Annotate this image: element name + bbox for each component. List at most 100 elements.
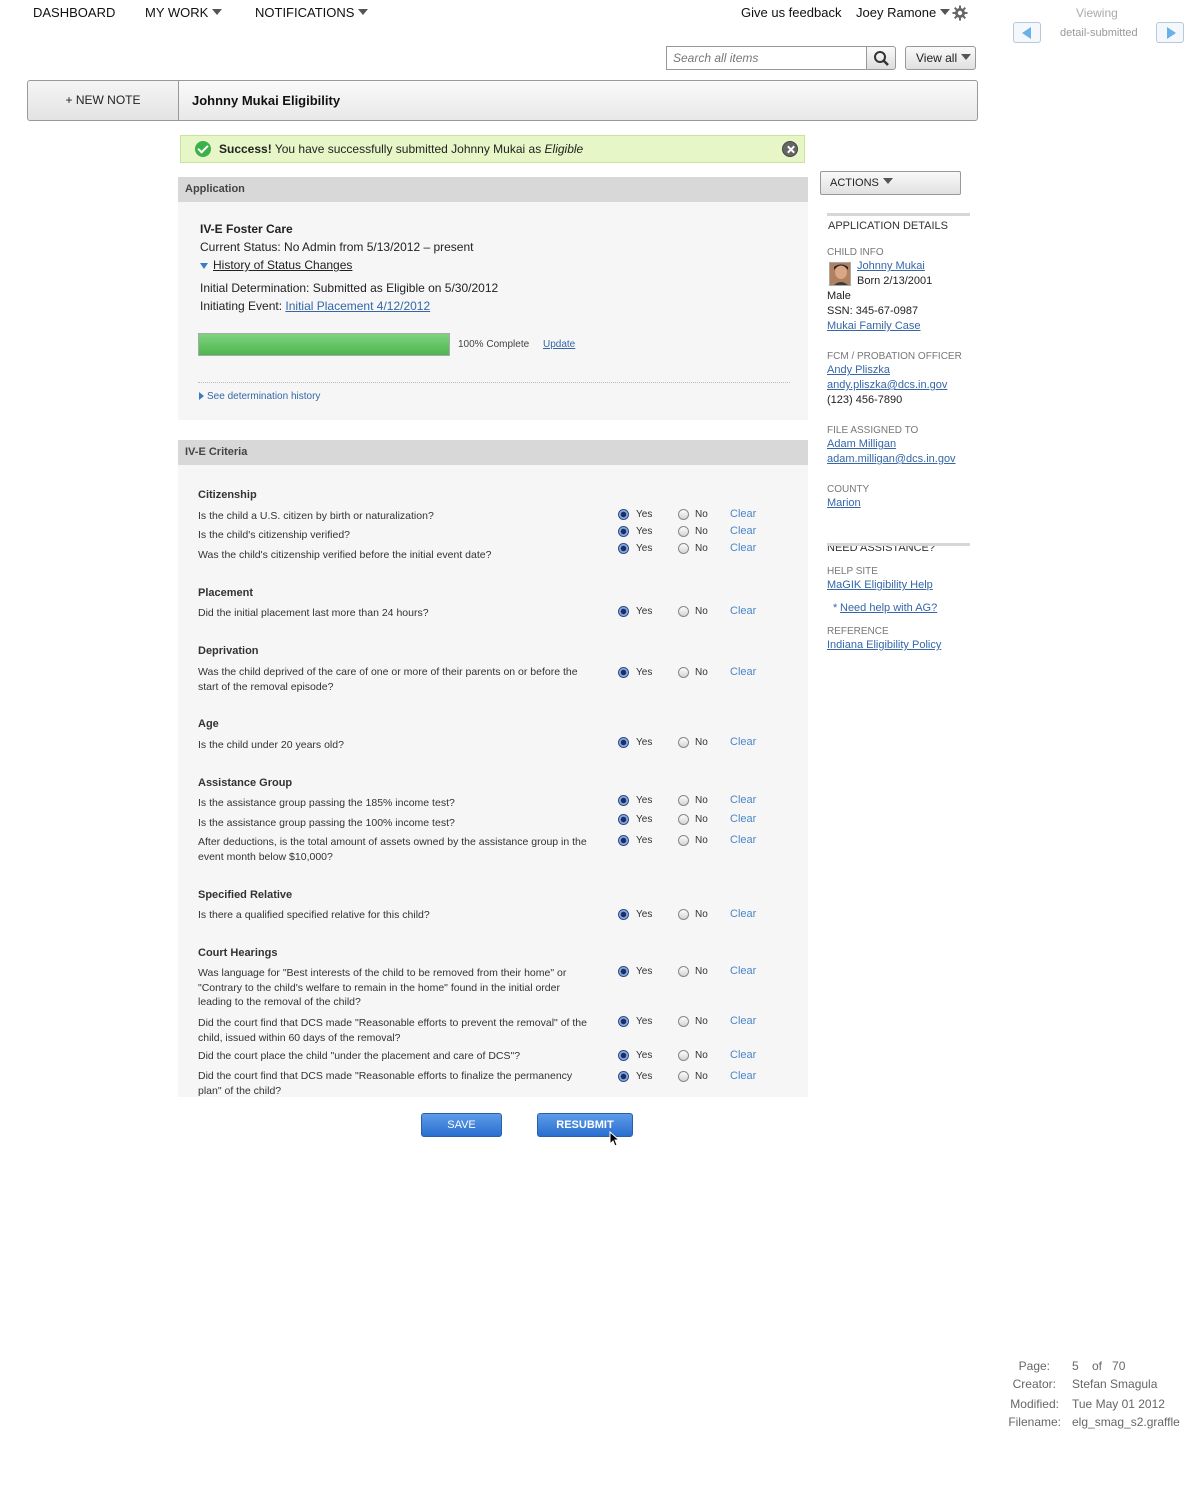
criteria-section-title: Age	[198, 718, 219, 730]
update-link[interactable]: Update	[543, 339, 575, 350]
no-radio[interactable]	[678, 667, 689, 678]
criteria-question: Was language for "Best interests of the …	[198, 967, 567, 1008]
yes-radio[interactable]	[618, 737, 629, 748]
cursor-icon	[609, 1131, 620, 1147]
initiating-event-label: Initiating Event:	[200, 299, 286, 313]
yes-radio[interactable]	[618, 814, 629, 825]
no-radio[interactable]	[678, 1050, 689, 1061]
footer-page-value: 5 of 70	[1072, 1359, 1126, 1373]
criteria-question: Did the court place the child "under the…	[198, 1050, 521, 1062]
page-title: Johnny Mukai Eligibility	[192, 93, 341, 108]
child-info-label: CHILD INFO	[827, 247, 884, 258]
yes-radio[interactable]	[618, 795, 629, 806]
view-all-dropdown[interactable]: View all	[905, 46, 976, 70]
family-case-link[interactable]: Mukai Family Case	[827, 320, 921, 332]
success-banner: Success! You have successfully submitted…	[180, 135, 805, 163]
child-name-link[interactable]: Johnny Mukai	[857, 260, 925, 272]
no-radio[interactable]	[678, 543, 689, 554]
nav-my-work-label: MY WORK	[145, 5, 209, 20]
previous-page-button[interactable]	[1013, 22, 1041, 43]
yes-radio[interactable]	[618, 966, 629, 977]
criteria-question: Did the court find that DCS made "Reason…	[198, 1070, 573, 1097]
initiating-event-link[interactable]: Initial Placement 4/12/2012	[285, 299, 430, 313]
no-radio[interactable]	[678, 814, 689, 825]
clear-link[interactable]: Clear	[730, 666, 756, 678]
help-site-link[interactable]: MaGIK Eligibility Help	[827, 579, 933, 591]
no-label: No	[695, 667, 708, 678]
yes-radio[interactable]	[618, 1050, 629, 1061]
yes-radio[interactable]	[618, 835, 629, 846]
user-menu[interactable]: Joey Ramone	[856, 5, 951, 20]
clear-link[interactable]: Clear	[730, 1070, 756, 1082]
clear-link[interactable]: Clear	[730, 834, 756, 846]
clear-link[interactable]: Clear	[730, 736, 756, 748]
close-icon[interactable]	[782, 141, 798, 157]
yes-radio[interactable]	[618, 1071, 629, 1082]
yes-radio[interactable]	[618, 909, 629, 920]
clear-link[interactable]: Clear	[730, 605, 756, 617]
search-input[interactable]	[666, 46, 867, 70]
reference-link[interactable]: Indiana Eligibility Policy	[827, 639, 941, 651]
assigned-name-link[interactable]: Adam Milligan	[827, 438, 896, 450]
criteria-question: Was the child deprived of the care of on…	[198, 666, 578, 693]
no-label: No	[695, 1071, 708, 1082]
criteria-section-header: IV-E Criteria	[178, 440, 808, 465]
no-radio[interactable]	[678, 795, 689, 806]
no-radio[interactable]	[678, 835, 689, 846]
reference-label: REFERENCE	[827, 626, 889, 637]
triangle-right-icon	[199, 392, 204, 400]
fcm-email-link[interactable]: andy.pliszka@dcs.in.gov	[827, 379, 947, 391]
feedback-link[interactable]: Give us feedback	[741, 5, 841, 20]
clear-link[interactable]: Clear	[730, 542, 756, 554]
fcm-name-link[interactable]: Andy Pliszka	[827, 364, 890, 376]
no-radio[interactable]	[678, 526, 689, 537]
assigned-email-link[interactable]: adam.milligan@dcs.in.gov	[827, 453, 956, 465]
yes-radio[interactable]	[618, 1016, 629, 1027]
nav-notifications[interactable]: NOTIFICATIONS	[255, 5, 369, 20]
fcm-label: FCM / PROBATION OFFICER	[827, 351, 962, 362]
search-button[interactable]	[866, 46, 896, 70]
yes-radio[interactable]	[618, 667, 629, 678]
clear-link[interactable]: Clear	[730, 1015, 756, 1027]
clear-link[interactable]: Clear	[730, 965, 756, 977]
ag-help-link[interactable]: Need help with AG?	[840, 602, 937, 614]
yes-radio[interactable]	[618, 526, 629, 537]
page-header: + NEW NOTE Johnny Mukai Eligibility	[27, 80, 978, 121]
no-label: No	[695, 526, 708, 537]
no-radio[interactable]	[678, 1071, 689, 1082]
clear-link[interactable]: Clear	[730, 1049, 756, 1061]
save-button[interactable]: SAVE	[421, 1113, 502, 1137]
criteria-question: After deductions, is the total amount of…	[198, 836, 587, 863]
no-label: No	[695, 909, 708, 920]
county-link[interactable]: Marion	[827, 497, 861, 509]
clear-link[interactable]: Clear	[730, 813, 756, 825]
criteria-section-title: Citizenship	[198, 489, 257, 501]
clear-link[interactable]: Clear	[730, 794, 756, 806]
gear-icon[interactable]	[952, 5, 968, 21]
yes-radio[interactable]	[618, 543, 629, 554]
no-radio[interactable]	[678, 909, 689, 920]
no-radio[interactable]	[678, 1016, 689, 1027]
history-of-status-link[interactable]: History of Status Changes	[213, 258, 352, 272]
nav-dashboard[interactable]: DASHBOARD	[33, 5, 115, 20]
chevron-down-icon	[212, 9, 223, 15]
clear-link[interactable]: Clear	[730, 908, 756, 920]
next-page-button[interactable]	[1156, 22, 1184, 43]
nav-my-work[interactable]: MY WORK	[145, 5, 223, 20]
current-status: Current Status: No Admin from 5/13/2012 …	[200, 240, 474, 254]
determination-history-link[interactable]: See determination history	[207, 391, 320, 402]
clear-link[interactable]: Clear	[730, 525, 756, 537]
yes-radio[interactable]	[618, 606, 629, 617]
clear-link[interactable]: Clear	[730, 508, 756, 520]
no-radio[interactable]	[678, 966, 689, 977]
initiating-event: Initiating Event: Initial Placement 4/12…	[200, 299, 430, 313]
no-radio[interactable]	[678, 737, 689, 748]
progress-bar	[198, 333, 450, 356]
yes-label: Yes	[636, 966, 653, 977]
no-radio[interactable]	[678, 606, 689, 617]
actions-dropdown[interactable]: ACTIONS	[820, 171, 961, 195]
new-note-button[interactable]: + NEW NOTE	[28, 81, 179, 120]
no-radio[interactable]	[678, 509, 689, 520]
child-born: Born 2/13/2001	[857, 275, 933, 287]
yes-radio[interactable]	[618, 509, 629, 520]
